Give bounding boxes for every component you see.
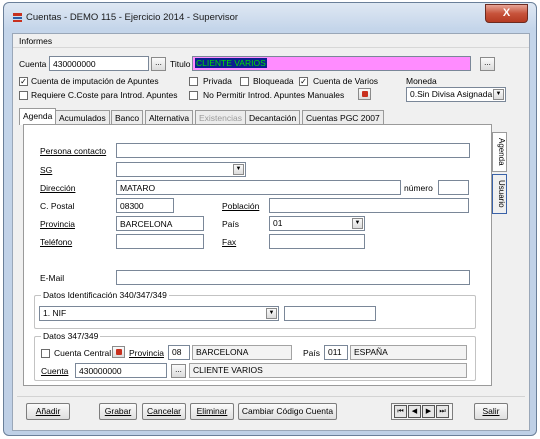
title-bar: Cuentas - DEMO 115 - Ejercicio 2014 - Su… [4, 3, 536, 31]
close-button[interactable]: X [485, 4, 528, 23]
prov347-label: Provincia [129, 348, 164, 358]
email-label: E-Mail [40, 273, 65, 283]
grabar-button[interactable]: Grabar [99, 403, 137, 420]
nif-value: 1. NIF [43, 308, 67, 318]
menu-informes[interactable]: Informes [19, 36, 52, 46]
anadir-button[interactable]: Añadir [26, 403, 70, 420]
persona-input[interactable] [116, 143, 470, 158]
cpostal-label: C. Postal [40, 201, 75, 211]
titulo-value: CLIENTE VARIOS [195, 58, 267, 68]
next-record-icon[interactable]: ▶ [422, 405, 435, 418]
provincia-input[interactable] [116, 216, 204, 231]
telefono-label: Teléfono [40, 237, 73, 247]
window-title: Cuentas - DEMO 115 - Ejercicio 2014 - Su… [26, 12, 239, 23]
poblacion-input[interactable] [269, 198, 469, 213]
bloqueada-label: Bloqueada [253, 76, 294, 86]
agenda-panel: Persona contacto SG ▼ Dirección número C… [23, 124, 492, 386]
prev-record-icon[interactable]: ◀ [408, 405, 421, 418]
group-347-label: Datos 347/349 [41, 331, 101, 341]
menu-bar: Informes [13, 34, 529, 48]
prov347-code[interactable]: 08 [168, 345, 190, 360]
privada-label: Privada [203, 76, 232, 86]
provincia-label: Provincia [40, 219, 75, 229]
nif-select[interactable]: 1. NIF ▼ [39, 306, 279, 321]
group-347: Datos 347/349 Cuenta Central Provincia 0… [34, 331, 476, 381]
imputacion-checkbox[interactable]: ✓ [19, 77, 28, 86]
group-340-label: Datos Identificación 340/347/349 [41, 290, 169, 300]
central-tool-icon[interactable] [112, 346, 125, 358]
salir-button[interactable]: Salir [474, 403, 508, 420]
numero-input[interactable] [438, 180, 469, 195]
sg-select[interactable]: ▼ [116, 162, 246, 177]
prov347-name: BARCELONA [192, 345, 292, 360]
nif-input[interactable] [284, 306, 376, 321]
sg-label: SG [40, 165, 53, 175]
last-record-icon[interactable]: ⏭ [436, 405, 449, 418]
first-record-icon[interactable]: ⏮ [394, 405, 407, 418]
cpostal-input[interactable] [116, 198, 174, 213]
privada-checkbox[interactable] [189, 77, 198, 86]
moneda-select[interactable]: 0.Sin Divisa Asignada ▼ [406, 87, 506, 102]
chevron-down-icon[interactable]: ▼ [233, 164, 244, 175]
direccion-label: Dirección [40, 183, 76, 193]
varios-label: Cuenta de Varios [313, 76, 379, 86]
cuenta347-lookup-button[interactable]: ... [171, 364, 186, 378]
side-tab-usuario[interactable]: Usuario [492, 174, 507, 214]
pais347-label: País [303, 348, 321, 358]
cuenta347-label: Cuenta [41, 366, 69, 376]
titulo-field[interactable]: CLIENTE VARIOS [192, 56, 471, 71]
direccion-input[interactable] [116, 180, 401, 195]
imputacion-label: Cuenta de imputación de Apuntes [31, 76, 159, 86]
pais347-code[interactable]: 011 [324, 345, 348, 360]
fax-label: Fax [222, 237, 237, 247]
cancelar-button[interactable]: Cancelar [142, 403, 186, 420]
pais-value: 01 [273, 218, 283, 228]
email-input[interactable] [116, 270, 470, 285]
cuenta347-input[interactable] [75, 363, 167, 378]
tab-acumulados[interactable]: Acumulados [55, 110, 110, 124]
numero-label: número [404, 183, 433, 193]
window: Cuentas - DEMO 115 - Ejercicio 2014 - Su… [3, 2, 537, 436]
titulo-lookup-button[interactable]: ... [480, 57, 495, 71]
tab-alternativa[interactable]: Alternativa [145, 110, 194, 124]
tab-decantacion[interactable]: Decantación [245, 110, 301, 124]
pais-select[interactable]: 01 ▼ [269, 216, 365, 231]
group-340: Datos Identificación 340/347/349 1. NIF … [34, 290, 476, 329]
client-area: Informes Cuenta ... Titulo CLIENTE VARIO… [12, 33, 530, 431]
nav-group: ⏮ ◀ ▶ ⏭ [391, 403, 453, 420]
tab-banco[interactable]: Banco [111, 110, 144, 124]
persona-label: Persona contacto [40, 146, 107, 156]
cuenta-input[interactable] [49, 56, 149, 71]
chevron-down-icon[interactable]: ▼ [266, 308, 277, 319]
app-icon [13, 13, 22, 22]
moneda-label: Moneda [406, 76, 437, 86]
eliminar-button[interactable]: Eliminar [190, 403, 234, 420]
fax-input[interactable] [269, 234, 365, 249]
cuenta-lookup-button[interactable]: ... [151, 57, 166, 71]
telefono-input[interactable] [116, 234, 204, 249]
bloqueada-checkbox[interactable] [240, 77, 249, 86]
no-permitir-label: No Permitir Introd. Apuntes Manuales [203, 90, 345, 100]
chevron-down-icon[interactable]: ▼ [493, 89, 504, 100]
tab-cuentas-pgc[interactable]: Cuentas PGC 2007 [302, 110, 384, 124]
tab-agenda[interactable]: Agenda [19, 108, 57, 125]
tab-existencias[interactable]: Existencias [195, 110, 246, 124]
side-tab-agenda[interactable]: Agenda [492, 132, 507, 172]
cuenta347-name: CLIENTE VARIOS [189, 363, 467, 378]
pais-label: País [222, 219, 240, 229]
moneda-value: 0.Sin Divisa Asignada [410, 89, 493, 99]
titulo-label: Titulo [170, 59, 191, 69]
poblacion-label: Población [222, 201, 260, 211]
varios-checkbox[interactable]: ✓ [299, 77, 308, 86]
cambiar-codigo-button[interactable]: Cambiar Código Cuenta [238, 403, 337, 420]
requiere-label: Requiere C.Coste para Introd. Apuntes [31, 90, 178, 100]
requiere-checkbox[interactable] [19, 91, 28, 100]
cuenta-label: Cuenta [19, 59, 47, 69]
cuenta-central-checkbox[interactable] [41, 349, 50, 358]
cuenta-central-label: Cuenta Central [54, 348, 112, 358]
apuntes-tool-icon[interactable] [358, 88, 371, 100]
no-permitir-checkbox[interactable] [189, 91, 198, 100]
pais347-name: ESPAÑA [350, 345, 467, 360]
chevron-down-icon[interactable]: ▼ [352, 218, 363, 229]
